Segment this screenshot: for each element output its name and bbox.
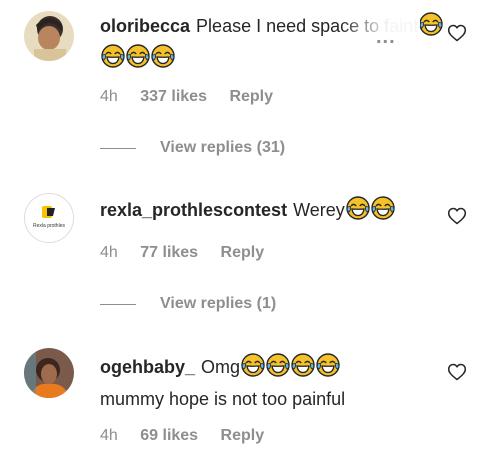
comment-body: Omg: [201, 357, 241, 377]
laugh-cry-emoji: [316, 353, 340, 385]
reply-button[interactable]: Reply: [221, 427, 265, 444]
comment-meta: 4h 69 likes Reply: [100, 427, 282, 445]
avatar[interactable]: [24, 348, 74, 398]
laugh-cry-emoji: [419, 12, 443, 44]
view-replies-label: View replies (31): [160, 139, 286, 156]
likes-count[interactable]: 69 likes: [140, 427, 198, 444]
like-heart-icon[interactable]: [447, 23, 467, 43]
timestamp: 4h: [100, 244, 118, 261]
username[interactable]: oloribecca: [100, 16, 190, 36]
laugh-cry-emoji: [126, 44, 150, 76]
timestamp: 4h: [100, 88, 118, 105]
laugh-cry-emoji: [291, 353, 315, 385]
laugh-cry-emoji: [241, 353, 265, 385]
comment-body-line2: mummy hope is not too painful: [100, 389, 346, 409]
likes-count[interactable]: 77 likes: [140, 244, 198, 261]
laugh-cry-emoji: [266, 353, 290, 385]
more-options-button[interactable]: ...: [376, 26, 396, 49]
likes-count[interactable]: 337 likes: [140, 88, 207, 105]
username[interactable]: rexla_prothlescontest: [100, 200, 287, 220]
reply-button[interactable]: Reply: [221, 244, 265, 261]
comment-meta: 4h 337 likes Reply: [100, 88, 291, 106]
timestamp: 4h: [100, 427, 118, 444]
reply-button[interactable]: Reply: [229, 88, 273, 105]
view-replies-button[interactable]: View replies (31): [100, 138, 285, 158]
avatar-logo-text: Rexla prothles: [33, 223, 65, 229]
comment-meta: 4h 77 likes Reply: [100, 244, 282, 262]
laugh-cry-emoji: [151, 44, 175, 76]
divider-line: [100, 303, 136, 305]
username[interactable]: ogehbaby_: [100, 357, 195, 377]
laugh-cry-emoji: [346, 196, 370, 228]
laugh-cry-emoji: [101, 44, 125, 76]
view-replies-label: View replies (1): [160, 295, 277, 312]
view-replies-button[interactable]: View replies (1): [100, 294, 276, 314]
like-heart-icon[interactable]: [447, 362, 467, 382]
comment-text: rexla_prothlescontest Werey: [100, 196, 444, 228]
avatar[interactable]: Rexla prothles: [24, 193, 74, 243]
comment-text: ogehbaby_ Omg mummy hope is not too painf…: [100, 353, 444, 413]
avatar[interactable]: [24, 11, 74, 61]
like-heart-icon[interactable]: [447, 206, 467, 226]
comment-body: Werey: [293, 200, 345, 220]
laugh-cry-emoji: [371, 196, 395, 228]
divider-line: [100, 147, 136, 149]
